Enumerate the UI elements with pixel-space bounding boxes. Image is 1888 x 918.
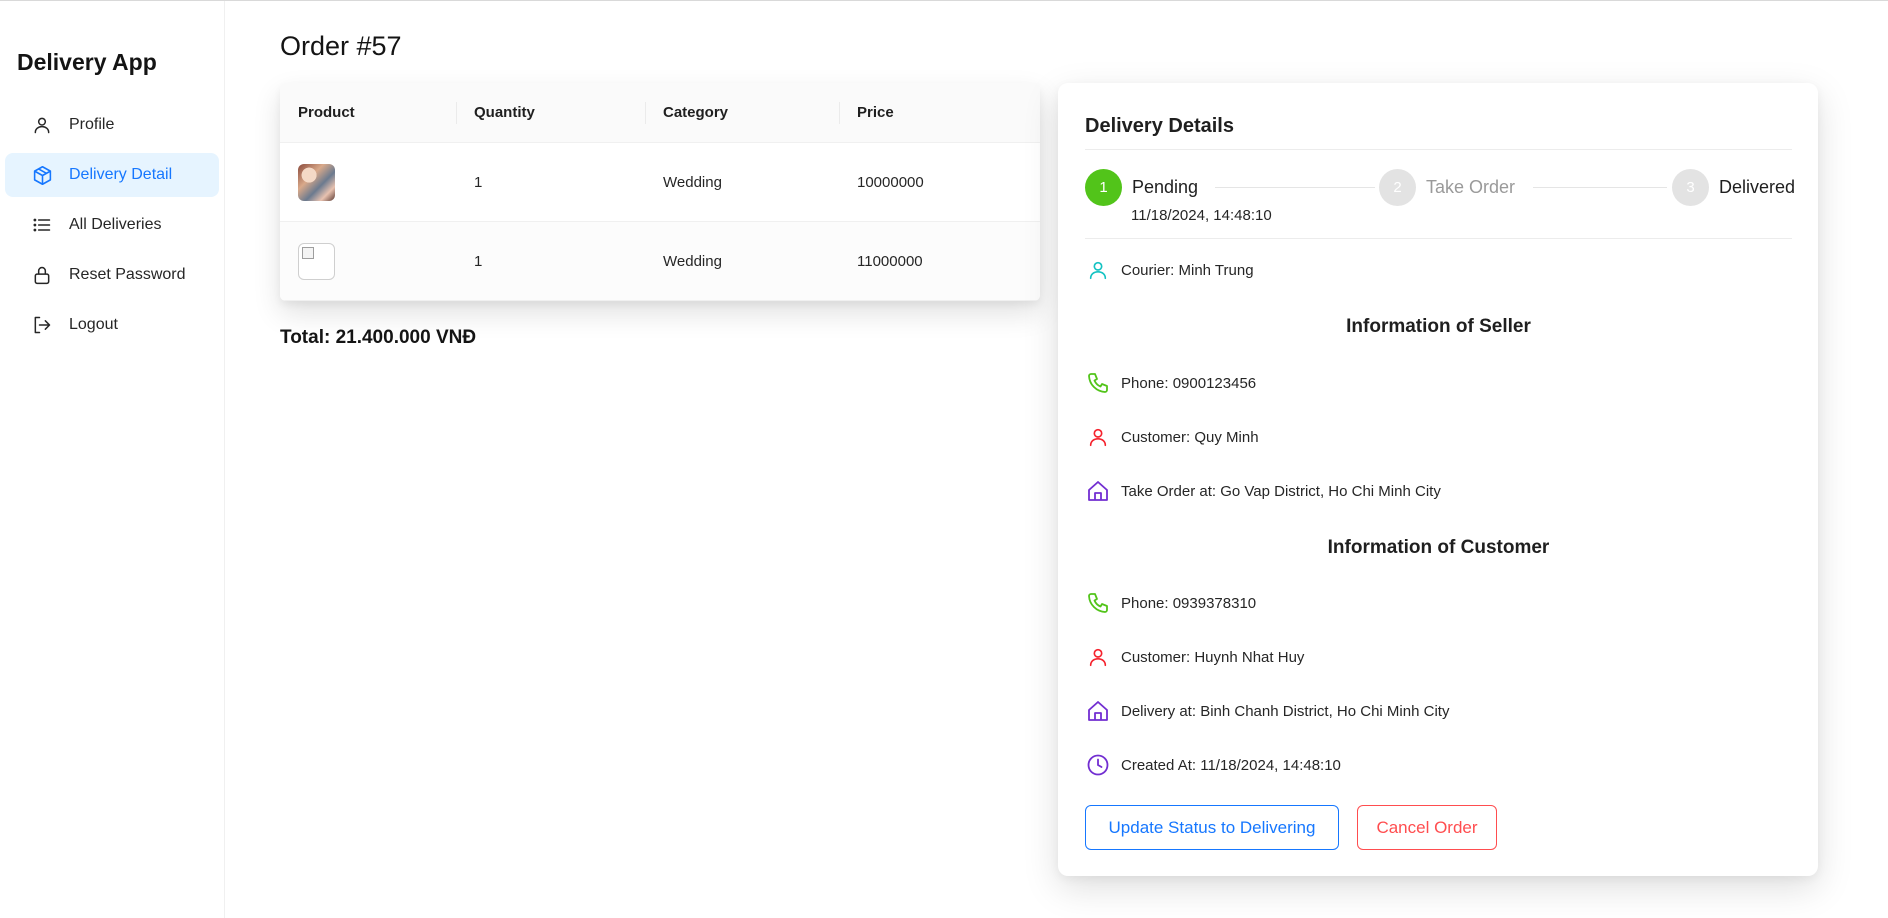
logout-icon — [31, 314, 53, 336]
customer-name-row: Customer: Huynh Nhat Huy — [1085, 644, 1304, 670]
package-icon — [31, 164, 53, 186]
step-take-order: 2 Take Order — [1379, 169, 1515, 206]
customer-address: Delivery at: Binh Chanh District, Ho Chi… — [1121, 702, 1450, 720]
courier-text: Courier: Minh Trung — [1121, 261, 1254, 279]
column-header-product: Product — [298, 104, 355, 121]
user-icon — [1085, 424, 1111, 450]
step-label: Take Order — [1426, 177, 1516, 197]
sidebar-item-label: Reset Password — [69, 266, 186, 283]
table-row: 1 Wedding 11000000 — [280, 222, 1040, 301]
home-icon — [1085, 698, 1111, 724]
quantity-cell: 1 — [474, 173, 483, 191]
order-table: Product Quantity Category Price 1 Weddin… — [280, 83, 1040, 301]
category-cell: Wedding — [663, 252, 722, 270]
sidebar-item-label: All Deliveries — [69, 216, 162, 233]
step-label: Delivered — [1719, 177, 1796, 197]
home-icon — [1085, 478, 1111, 504]
order-total: Total: 21.400.000 VNĐ — [280, 327, 477, 348]
sidebar-item-reset-password[interactable]: Reset Password — [5, 253, 219, 297]
app-title: Delivery App — [17, 49, 157, 75]
step-connector — [1533, 187, 1667, 188]
phone-icon — [1085, 370, 1111, 396]
customer-address-row: Delivery at: Binh Chanh District, Ho Chi… — [1085, 698, 1449, 724]
update-status-button[interactable]: Update Status to Delivering — [1085, 805, 1339, 850]
step-connector — [1215, 187, 1375, 188]
seller-phone-row: Phone: 0900123456 — [1085, 370, 1256, 396]
customer-name: Customer: Huynh Nhat Huy — [1121, 648, 1305, 666]
user-icon — [31, 114, 53, 136]
broken-image-icon — [298, 242, 335, 280]
clock-icon — [1085, 752, 1111, 778]
sidebar: Delivery App Profile Delivery Detail All… — [0, 1, 225, 918]
sidebar-item-label: Delivery Detail — [69, 166, 173, 183]
card-title: Delivery Details — [1085, 115, 1234, 137]
step-number: 3 — [1672, 169, 1709, 206]
cancel-order-button[interactable]: Cancel Order — [1357, 805, 1497, 850]
delivery-steps: 1 Pending 11/18/2024, 14:48:10 2 Take Or… — [1085, 169, 1795, 229]
step-timestamp: 11/18/2024, 14:48:10 — [1131, 207, 1272, 224]
sidebar-item-profile[interactable]: Profile — [5, 103, 219, 147]
courier-user-icon — [1085, 257, 1111, 283]
category-cell: Wedding — [663, 173, 722, 191]
table-header: Product Quantity Category Price — [280, 83, 1040, 143]
step-number: 1 — [1085, 169, 1122, 206]
divider — [1085, 238, 1792, 239]
created-at-row: Created At: 11/18/2024, 14:48:10 — [1085, 752, 1341, 778]
price-cell: 10000000 — [857, 173, 924, 191]
courier-row: Courier: Minh Trung — [1085, 257, 1254, 283]
seller-address: Take Order at: Go Vap District, Ho Chi M… — [1121, 482, 1441, 500]
customer-section-title: Information of Customer — [1327, 537, 1550, 558]
sidebar-nav: Profile Delivery Detail All Deliveries R… — [5, 103, 219, 353]
quantity-cell: 1 — [474, 252, 483, 270]
seller-customer-row: Customer: Quy Minh — [1085, 424, 1259, 450]
user-icon — [1085, 644, 1111, 670]
step-label: Pending — [1132, 177, 1199, 197]
page-title: Order #57 — [280, 31, 402, 61]
column-header-price: Price — [839, 83, 1040, 142]
seller-section-title: Information of Seller — [1346, 316, 1531, 337]
phone-icon — [1085, 590, 1111, 616]
product-thumbnail — [298, 163, 335, 201]
column-header-quantity: Quantity — [456, 83, 645, 142]
sidebar-item-logout[interactable]: Logout — [5, 303, 219, 347]
created-at: Created At: 11/18/2024, 14:48:10 — [1121, 756, 1341, 774]
list-icon — [31, 214, 53, 236]
sidebar-item-label: Profile — [69, 116, 115, 133]
seller-customer: Customer: Quy Minh — [1121, 428, 1259, 446]
column-header-category: Category — [645, 83, 839, 142]
table-row: 1 Wedding 10000000 — [280, 143, 1040, 222]
step-number: 2 — [1379, 169, 1416, 206]
lock-icon — [31, 264, 53, 286]
seller-address-row: Take Order at: Go Vap District, Ho Chi M… — [1085, 478, 1441, 504]
sidebar-item-label: Logout — [69, 316, 118, 333]
sidebar-item-delivery-detail[interactable]: Delivery Detail — [5, 153, 219, 197]
seller-phone: Phone: 0900123456 — [1121, 374, 1257, 392]
customer-phone: Phone: 0939378310 — [1121, 594, 1257, 612]
step-delivered: 3 Delivered — [1672, 169, 1795, 206]
customer-phone-row: Phone: 0939378310 — [1085, 590, 1256, 616]
step-pending: 1 Pending — [1085, 169, 1198, 206]
sidebar-item-all-deliveries[interactable]: All Deliveries — [5, 203, 219, 247]
delivery-details-card: Delivery Details 1 Pending 11/18/2024, 1… — [1058, 83, 1818, 876]
divider — [1085, 149, 1792, 150]
price-cell: 11000000 — [857, 252, 923, 270]
